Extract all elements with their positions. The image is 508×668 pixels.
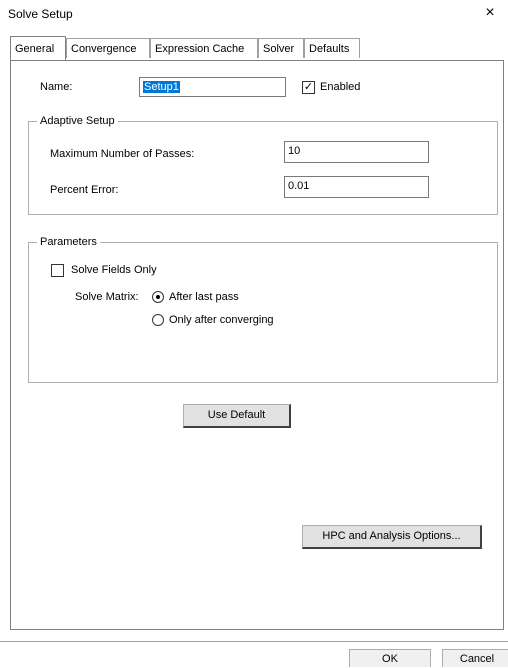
tab-label: Expression Cache [155, 43, 245, 55]
only-after-converging-radio[interactable] [152, 314, 164, 326]
cancel-button[interactable]: Cancel [442, 649, 508, 667]
title-bar: Solve Setup × [0, 0, 508, 28]
tab-label: General [15, 43, 55, 55]
percent-error-field[interactable]: 0.01 [284, 176, 429, 198]
use-default-button[interactable]: Use Default [183, 404, 291, 428]
parameters-title: Parameters [37, 236, 100, 248]
window-title: Solve Setup [8, 7, 73, 21]
after-last-pass-radio[interactable] [152, 291, 164, 303]
footer-divider [0, 641, 508, 642]
close-icon[interactable]: × [480, 3, 500, 23]
tab-label: Defaults [309, 43, 350, 55]
name-value: Setup1 [143, 81, 180, 93]
tab-label: Solver [263, 43, 295, 55]
max-passes-field[interactable]: 10 [284, 141, 429, 163]
hpc-and-analysis-options-button[interactable]: HPC and Analysis Options... [302, 525, 482, 549]
solve-fields-only-checkbox[interactable] [51, 264, 64, 277]
enabled-checkbox[interactable]: ✓ [302, 81, 315, 94]
tab-general[interactable]: General [10, 36, 66, 60]
adaptive-setup-title: Adaptive Setup [37, 115, 118, 127]
tab-solver[interactable]: Solver [258, 38, 304, 58]
after-last-pass-label: After last pass [169, 291, 239, 303]
solve-matrix-label: Solve Matrix: [75, 291, 139, 303]
solve-fields-only-label: Solve Fields Only [71, 264, 157, 276]
tab-convergence[interactable]: Convergence [66, 38, 150, 58]
enabled-label: Enabled [320, 81, 361, 93]
tab-defaults[interactable]: Defaults [304, 38, 360, 58]
tab-label: Convergence [71, 43, 137, 55]
only-after-converging-label: Only after converging [169, 314, 274, 326]
adaptive-setup-group [28, 121, 498, 215]
name-field[interactable]: Setup1 [139, 77, 286, 97]
max-passes-label: Maximum Number of Passes: [50, 148, 195, 160]
tab-expression-cache[interactable]: Expression Cache [150, 38, 258, 58]
name-label: Name: [40, 81, 73, 93]
percent-error-label: Percent Error: [50, 184, 119, 196]
ok-button[interactable]: OK [349, 649, 431, 667]
